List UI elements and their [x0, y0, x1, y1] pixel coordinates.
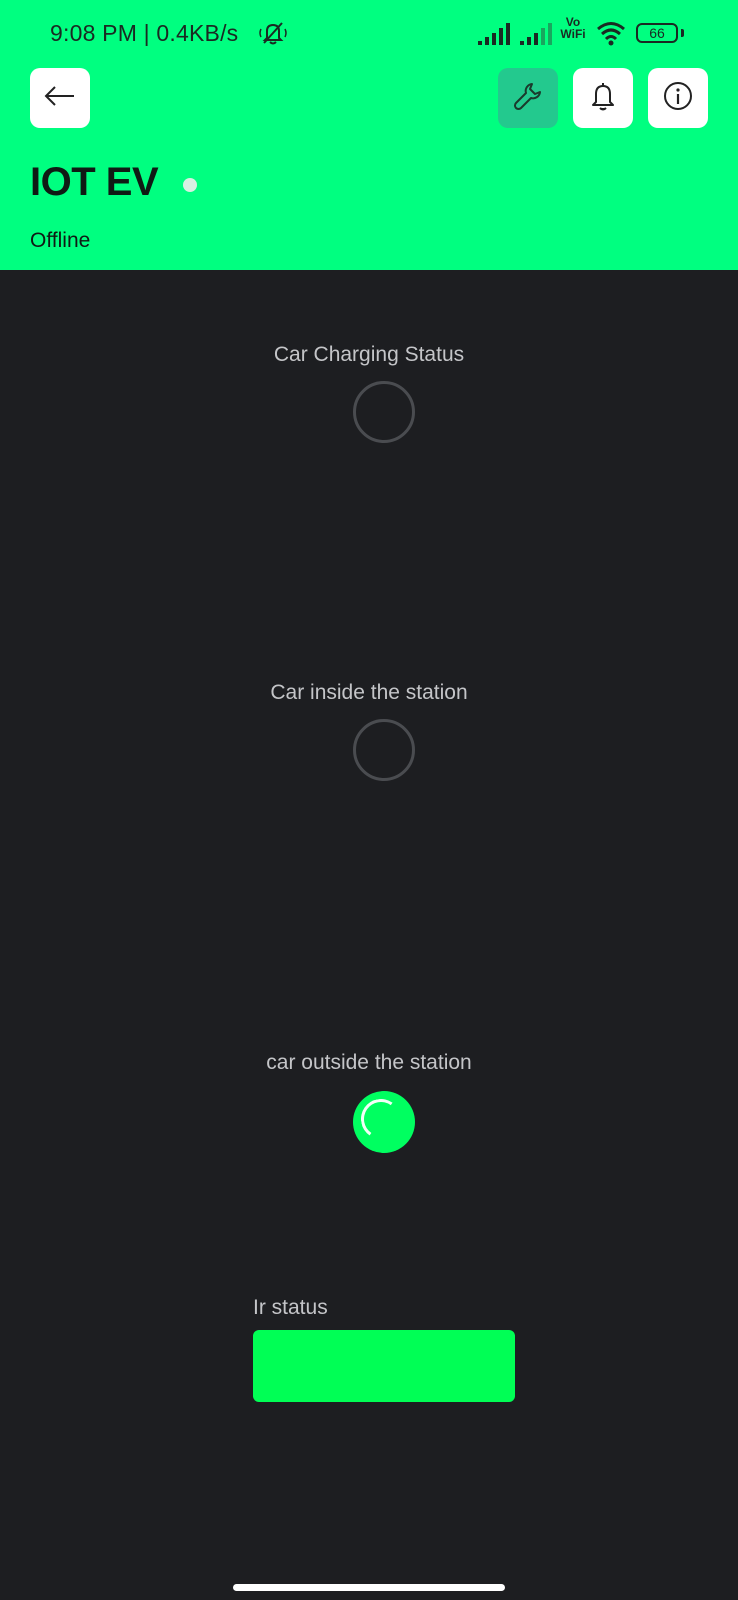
header: 9:08 PM | 0.4KB/s Vo WiFi 66 IOT EV Offl… — [0, 0, 738, 270]
settings-button[interactable] — [498, 68, 558, 128]
notifications-button[interactable] — [573, 68, 633, 128]
status-time: 9:08 PM | 0.4KB/s — [50, 20, 239, 46]
ir-status-bar[interactable] — [253, 1330, 515, 1402]
led-car-outside[interactable] — [353, 1091, 415, 1153]
back-button[interactable] — [30, 68, 90, 128]
widget-label-ir-status: Ir status — [253, 1296, 328, 1319]
device-title: IOT EV — [30, 160, 159, 204]
widget-label-car-inside: Car inside the station — [270, 681, 468, 704]
widget-label-car-outside: car outside the station — [266, 1051, 472, 1074]
vowifi-indicator: Vo WiFi — [558, 16, 588, 40]
home-indicator[interactable] — [233, 1584, 505, 1591]
status-bar: 9:08 PM | 0.4KB/s Vo WiFi 66 — [0, 0, 738, 64]
widget-label-car-charging-status: Car Charging Status — [273, 343, 465, 366]
led-gloss — [357, 1095, 405, 1143]
battery-tip — [681, 29, 684, 37]
led-car-charging-status[interactable] — [353, 381, 415, 443]
wifi-icon — [596, 20, 626, 46]
bell-icon — [588, 80, 618, 117]
signal-icon — [520, 22, 554, 46]
wrench-icon — [512, 80, 544, 117]
info-button[interactable] — [648, 68, 708, 128]
vowifi-wifi: WiFi — [560, 27, 586, 41]
battery-icon: 66 — [636, 23, 678, 43]
signal-icon — [478, 22, 512, 46]
status-dot — [183, 178, 197, 192]
mute-alarm-icon — [258, 18, 288, 48]
led-car-inside[interactable] — [353, 719, 415, 781]
arrow-left-icon — [43, 84, 77, 113]
info-icon — [662, 80, 694, 117]
device-status: Offline — [30, 229, 91, 252]
